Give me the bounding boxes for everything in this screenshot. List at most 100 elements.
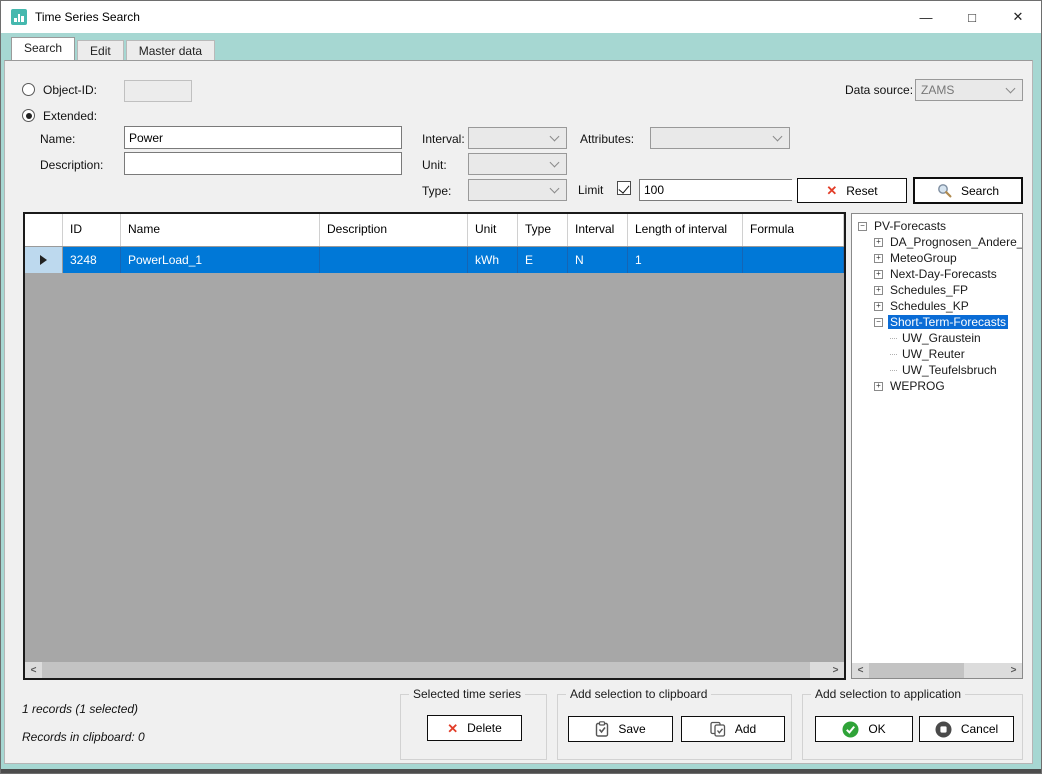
extended-label: Extended: (43, 109, 97, 123)
tree-item-next-day-forecasts[interactable]: + Next-Day-Forecasts (856, 266, 1022, 282)
table-row[interactable]: 3248PowerLoad_1 kWhEN1 (25, 247, 844, 273)
interval-dropdown[interactable] (468, 127, 567, 149)
tree-item-schedules-kp[interactable]: + Schedules_KP (856, 298, 1022, 314)
tree-item-uw-teufelsbruch[interactable]: UW_Teufelsbruch (856, 362, 1022, 378)
scroll-right-icon[interactable]: > (827, 662, 844, 678)
collapse-icon[interactable]: − (874, 318, 883, 327)
save-label: Save (618, 722, 645, 736)
tree-item-label[interactable]: UW_Teufelsbruch (900, 363, 999, 377)
tree-items: −PV-Forecasts+DA_Prognosen_Andere_+Meteo… (852, 214, 1022, 394)
attributes-dropdown[interactable] (650, 127, 790, 149)
chevron-down-icon (550, 132, 560, 142)
table-cell[interactable] (743, 247, 844, 273)
extended-radio[interactable] (22, 109, 35, 122)
cancel-stop-circle-icon (935, 721, 952, 738)
object-id-radio[interactable] (22, 83, 35, 96)
scroll-left-icon[interactable]: < (25, 662, 42, 678)
minimize-button[interactable]: — (903, 1, 949, 33)
add-button[interactable]: Add (681, 716, 785, 742)
table-cell[interactable]: E (518, 247, 568, 273)
search-icon (937, 183, 952, 198)
grid-scroll-thumb[interactable] (42, 662, 810, 678)
expand-icon[interactable]: + (874, 254, 883, 263)
expand-icon[interactable]: + (874, 270, 883, 279)
red-x-icon: ✕ (826, 184, 837, 197)
expand-icon[interactable]: + (874, 286, 883, 295)
table-cell[interactable]: kWh (468, 247, 518, 273)
tree-item-label[interactable]: Schedules_KP (888, 299, 971, 313)
ok-button[interactable]: OK (815, 716, 913, 742)
column-header[interactable]: Formula (743, 214, 844, 246)
column-header[interactable]: ID (63, 214, 121, 246)
time-series-search-window: Time Series Search — □ ✕ SearchEditMaste… (0, 0, 1042, 774)
cancel-button[interactable]: Cancel (919, 716, 1014, 742)
limit-checkbox[interactable] (617, 181, 631, 195)
interval-label: Interval: (422, 132, 465, 146)
data-source-label: Data source: (845, 83, 913, 97)
table-cell[interactable]: N (568, 247, 628, 273)
tree-item-label[interactable]: Short-Term-Forecasts (888, 315, 1008, 329)
type-dropdown[interactable] (468, 179, 567, 201)
tree-connector (890, 338, 897, 339)
unit-dropdown[interactable] (468, 153, 567, 175)
tree-item-short-term-forecasts[interactable]: −Short-Term-Forecasts (856, 314, 1022, 330)
type-label: Type: (422, 184, 451, 198)
row-selector-cell[interactable] (25, 247, 63, 273)
tree-item-meteogroup[interactable]: + MeteoGroup (856, 250, 1022, 266)
grid-horizontal-scrollbar[interactable]: < > (25, 662, 844, 678)
tree-item-da-prognosen-andere-[interactable]: + DA_Prognosen_Andere_ (856, 234, 1022, 250)
current-row-arrow-icon (40, 255, 47, 265)
expand-icon[interactable]: + (874, 382, 883, 391)
column-header[interactable]: Name (121, 214, 320, 246)
tree-item-weprog[interactable]: + WEPROG (856, 378, 1022, 394)
search-tab-page: Object-ID: Data source: ZAMS Extended: N… (4, 60, 1033, 764)
column-header[interactable]: Type (518, 214, 568, 246)
titlebar: Time Series Search — □ ✕ (1, 1, 1041, 33)
close-button[interactable]: ✕ (995, 1, 1041, 33)
tree-item-label[interactable]: PV-Forecasts (872, 219, 948, 233)
table-cell[interactable]: 3248 (63, 247, 121, 273)
table-cell[interactable]: PowerLoad_1 (121, 247, 320, 273)
reset-button[interactable]: ✕ Reset (797, 178, 907, 203)
tree-item-uw-reuter[interactable]: UW_Reuter (856, 346, 1022, 362)
tree-item-uw-graustein[interactable]: UW_Graustein (856, 330, 1022, 346)
limit-input[interactable] (640, 180, 803, 200)
tree-item-label[interactable]: Schedules_FP (888, 283, 970, 297)
column-header[interactable]: Description (320, 214, 468, 246)
name-input[interactable] (124, 126, 402, 149)
tree-item-label[interactable]: DA_Prognosen_Andere_ (888, 235, 1023, 249)
tree-item-schedules-fp[interactable]: + Schedules_FP (856, 282, 1022, 298)
table-cell[interactable] (320, 247, 468, 273)
tree-item-pv-forecasts[interactable]: −PV-Forecasts (856, 218, 1022, 234)
expand-icon[interactable]: + (874, 238, 883, 247)
table-cell[interactable]: 1 (628, 247, 743, 273)
scroll-left-icon[interactable]: < (852, 663, 869, 678)
row-selector-header[interactable] (25, 214, 63, 246)
maximize-button[interactable]: □ (949, 1, 995, 33)
tree-item-label[interactable]: UW_Graustein (900, 331, 983, 345)
tree-item-label[interactable]: WEPROG (888, 379, 947, 393)
description-input[interactable] (124, 152, 402, 175)
column-header[interactable]: Length of interval (628, 214, 743, 246)
grid-rows: 3248PowerLoad_1 kWhEN1 (25, 247, 844, 273)
search-button[interactable]: Search (913, 177, 1023, 204)
tree-item-label[interactable]: Next-Day-Forecasts (888, 267, 999, 281)
ok-label: OK (868, 722, 885, 736)
scroll-right-icon[interactable]: > (1005, 663, 1022, 678)
name-label: Name: (40, 132, 75, 146)
tab-edit[interactable]: Edit (77, 40, 124, 60)
tab-strip: SearchEditMaster data (11, 38, 217, 60)
delete-button[interactable]: ✕ Delete (427, 715, 522, 741)
collapse-icon[interactable]: − (858, 222, 867, 231)
limit-spinner[interactable]: ▲ ▼ (639, 179, 792, 201)
column-header[interactable]: Interval (568, 214, 628, 246)
tree-item-label[interactable]: MeteoGroup (888, 251, 959, 265)
save-button[interactable]: Save (568, 716, 673, 742)
expand-icon[interactable]: + (874, 302, 883, 311)
tab-search[interactable]: Search (11, 37, 75, 60)
tree-horizontal-scrollbar[interactable]: < > (852, 663, 1022, 678)
tree-item-label[interactable]: UW_Reuter (900, 347, 967, 361)
tab-master-data[interactable]: Master data (126, 40, 215, 60)
column-header[interactable]: Unit (468, 214, 518, 246)
tree-scroll-thumb[interactable] (869, 663, 964, 678)
